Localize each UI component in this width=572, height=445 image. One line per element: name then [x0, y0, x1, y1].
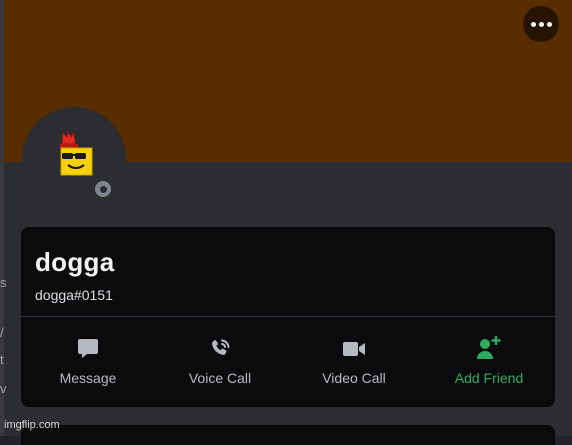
- more-options-button[interactable]: [523, 6, 559, 42]
- profile-card: dogga dogga#0151 Message Voice Call Vide…: [21, 227, 555, 407]
- background-text-fragment: /: [0, 325, 4, 340]
- display-name: dogga: [35, 247, 115, 277]
- message-label: Message: [59, 370, 117, 386]
- next-section-card: [21, 425, 555, 445]
- watermark: imgflip.com: [4, 419, 60, 431]
- message-button[interactable]: Message: [28, 335, 148, 386]
- add-friend-label: Add Friend: [454, 370, 524, 386]
- background-text-fragment: s: [0, 275, 7, 290]
- add-friend-icon: [429, 335, 549, 361]
- message-icon: [28, 335, 148, 361]
- background-text-fragment: v: [0, 381, 7, 396]
- divider: [21, 316, 555, 317]
- avatar[interactable]: [38, 124, 98, 184]
- add-friend-button[interactable]: Add Friend: [429, 335, 549, 386]
- voice-call-label: Voice Call: [188, 370, 252, 386]
- dot: [530, 21, 536, 27]
- video-camera-icon: [294, 335, 414, 361]
- offline-status-icon: [95, 181, 111, 197]
- phone-call-icon: [160, 335, 280, 361]
- status-indicator: [89, 175, 117, 203]
- video-call-button[interactable]: Video Call: [294, 335, 414, 386]
- background-text-fragment: t: [0, 352, 4, 367]
- dot: [546, 21, 552, 27]
- voice-call-button[interactable]: Voice Call: [160, 335, 280, 386]
- dot: [538, 21, 544, 27]
- username: dogga#0151: [35, 287, 113, 303]
- video-call-label: Video Call: [322, 370, 386, 386]
